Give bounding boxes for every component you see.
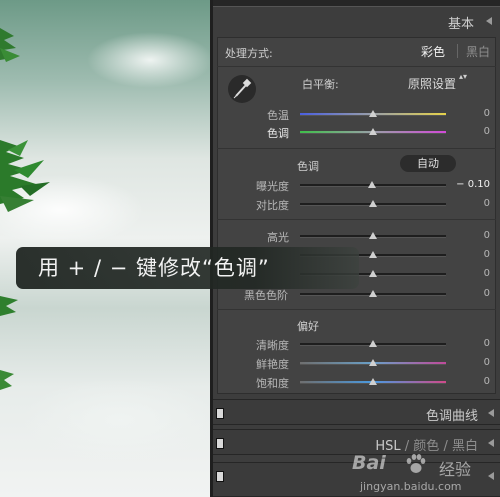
whites-thumb[interactable] [369, 270, 377, 277]
whites-value[interactable]: 0 [450, 268, 490, 279]
treatment-color-option[interactable]: 彩色 [421, 43, 445, 60]
slider-label-contrast: 对比度 [256, 199, 289, 212]
section-toggle-icon[interactable] [216, 408, 224, 419]
slider-label-blacks: 黑色色阶 [244, 289, 288, 302]
shadows-value[interactable]: 0 [450, 249, 490, 260]
paw-icon [406, 454, 426, 473]
eyedropper-icon [233, 78, 252, 99]
blacks-thumb[interactable] [369, 290, 377, 297]
slider-label-temp: 色温 [267, 109, 289, 122]
exposure-value[interactable]: − 0.10 [450, 179, 490, 190]
slider-label-saturation: 饱和度 [256, 377, 289, 390]
blacks-value[interactable]: 0 [450, 288, 490, 299]
collapse-triangle-icon[interactable] [488, 409, 494, 417]
treatment-bw-option[interactable]: 黑白 [466, 43, 490, 60]
contrast-thumb[interactable] [369, 200, 377, 207]
contrast-value[interactable]: 0 [450, 198, 490, 209]
saturation-value[interactable]: 0 [450, 376, 490, 387]
shortcut-tooltip: 用 + / − 键修改“色调” [16, 247, 359, 289]
slider-label-exposure: 曝光度 [256, 180, 289, 193]
watermark-url: jingyan.baidu.com [360, 480, 462, 493]
section-toggle-icon[interactable] [216, 438, 224, 449]
shadows-thumb[interactable] [369, 251, 377, 258]
temp-thumb[interactable] [369, 110, 377, 117]
auto-button[interactable]: 自动 [400, 155, 456, 172]
clarity-thumb[interactable] [369, 340, 377, 347]
tint-thumb[interactable] [369, 128, 377, 135]
temp-value[interactable]: 0 [450, 108, 490, 119]
vibrance-value[interactable]: 0 [450, 357, 490, 368]
highlights-value[interactable]: 0 [450, 230, 490, 241]
exposure-thumb[interactable] [367, 181, 376, 188]
eyedropper-button[interactable] [228, 75, 256, 103]
watermark-jingyan: 经验 [439, 460, 472, 479]
slider-label-highlights: 高光 [267, 231, 289, 244]
tint-value[interactable]: 0 [450, 126, 490, 137]
collapse-triangle-icon[interactable] [488, 439, 494, 447]
clarity-value[interactable]: 0 [450, 338, 490, 349]
treatment-divider [457, 44, 458, 58]
baidu-watermark: Bai 经验 jingyan.baidu.com [352, 452, 500, 497]
watermark-brand: Bai [352, 452, 386, 474]
presence-label: 偏好 [297, 320, 319, 333]
slider-label-clarity: 清晰度 [256, 339, 289, 352]
section-toggle-icon[interactable] [216, 471, 224, 482]
tone-label: 色调 [297, 160, 319, 173]
slider-label-vibrance: 鲜艳度 [256, 358, 289, 371]
section-title: 色调曲线 [425, 409, 478, 424]
treatment-label: 处理方式: [225, 47, 273, 60]
select-arrows-icon: ▴▾ [459, 72, 468, 81]
panel-title: 基本 [447, 17, 474, 32]
highlights-thumb[interactable] [369, 232, 377, 239]
section-tone-curve[interactable]: 色调曲线 [213, 399, 500, 425]
saturation-thumb[interactable] [369, 378, 377, 385]
slider-label-tint: 色调 [267, 127, 289, 140]
white-balance-select[interactable]: 原照设置 [408, 75, 456, 92]
panel-top-strip [213, 0, 500, 7]
vibrance-thumb[interactable] [369, 359, 377, 366]
white-balance-label: 白平衡: [302, 78, 339, 91]
collapse-triangle-icon[interactable] [486, 17, 492, 25]
